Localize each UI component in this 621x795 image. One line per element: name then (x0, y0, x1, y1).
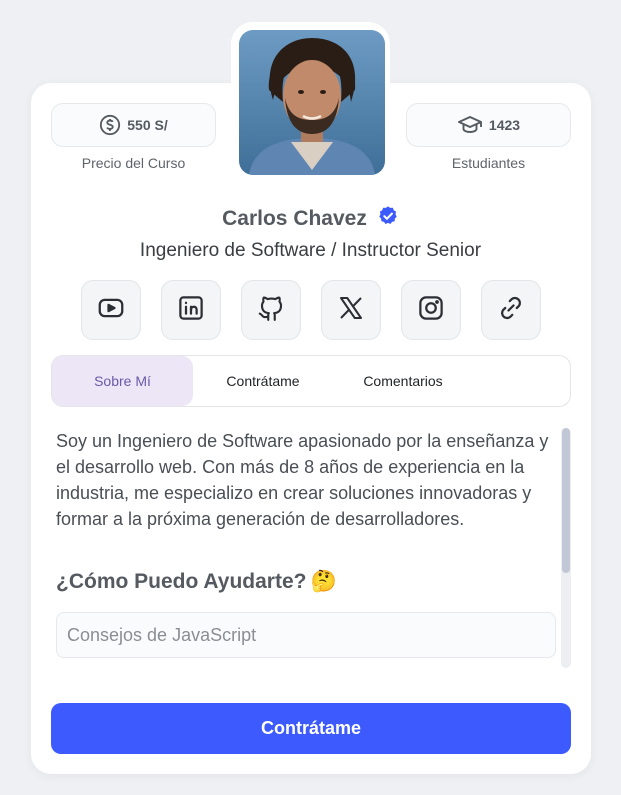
avatar (239, 30, 385, 175)
linkedin-icon (176, 293, 206, 328)
students-value: 1423 (488, 117, 521, 133)
link-icon (496, 293, 526, 328)
price-value: 550 S/ (127, 117, 168, 133)
github-icon (256, 293, 286, 328)
x-button[interactable] (321, 280, 381, 340)
linkedin-button[interactable] (161, 280, 221, 340)
thinking-emoji-icon: 🤔 (310, 570, 337, 593)
github-button[interactable] (241, 280, 301, 340)
verified-badge-icon (377, 205, 399, 232)
link-button[interactable] (481, 280, 541, 340)
instagram-button[interactable] (401, 280, 461, 340)
name-row: Carlos Chavez (0, 205, 621, 232)
price-label: Precio del Curso (81, 155, 186, 171)
students-label: Estudiantes (451, 155, 526, 171)
hire-me-button[interactable]: Contrátame (51, 703, 571, 754)
avatar-frame (231, 22, 390, 182)
tab-bar: Sobre Mí Contrátame Comentarios (51, 355, 571, 407)
profile-title: Ingeniero de Software / Instructor Senio… (139, 240, 482, 261)
tab-contratame[interactable]: Contrátame (193, 356, 333, 406)
price-stat: 550 S/ (51, 103, 216, 147)
help-title-text: ¿Cómo Puedo Ayudarte? (56, 570, 307, 593)
about-content: Soy un Ingeniero de Software apasionado … (56, 428, 556, 668)
x-icon (336, 293, 366, 328)
service-item: Consejos de JavaScript (56, 612, 556, 658)
instagram-icon (416, 293, 446, 328)
help-heading: ¿Cómo Puedo Ayudarte? 🤔 (56, 570, 556, 594)
profile-name: Carlos Chavez (222, 206, 367, 230)
students-stat: 1423 (406, 103, 571, 147)
youtube-icon (96, 293, 126, 328)
tab-comentarios[interactable]: Comentarios (333, 356, 473, 406)
youtube-button[interactable] (81, 280, 141, 340)
tab-sobre-mi[interactable]: Sobre Mí (52, 356, 193, 406)
content-scrollbar[interactable] (561, 428, 571, 668)
dollar-circle-icon (99, 114, 121, 136)
graduation-cap-icon (457, 114, 483, 136)
scrollbar-thumb[interactable] (562, 428, 570, 573)
about-text: Soy un Ingeniero de Software apasionado … (56, 431, 549, 529)
